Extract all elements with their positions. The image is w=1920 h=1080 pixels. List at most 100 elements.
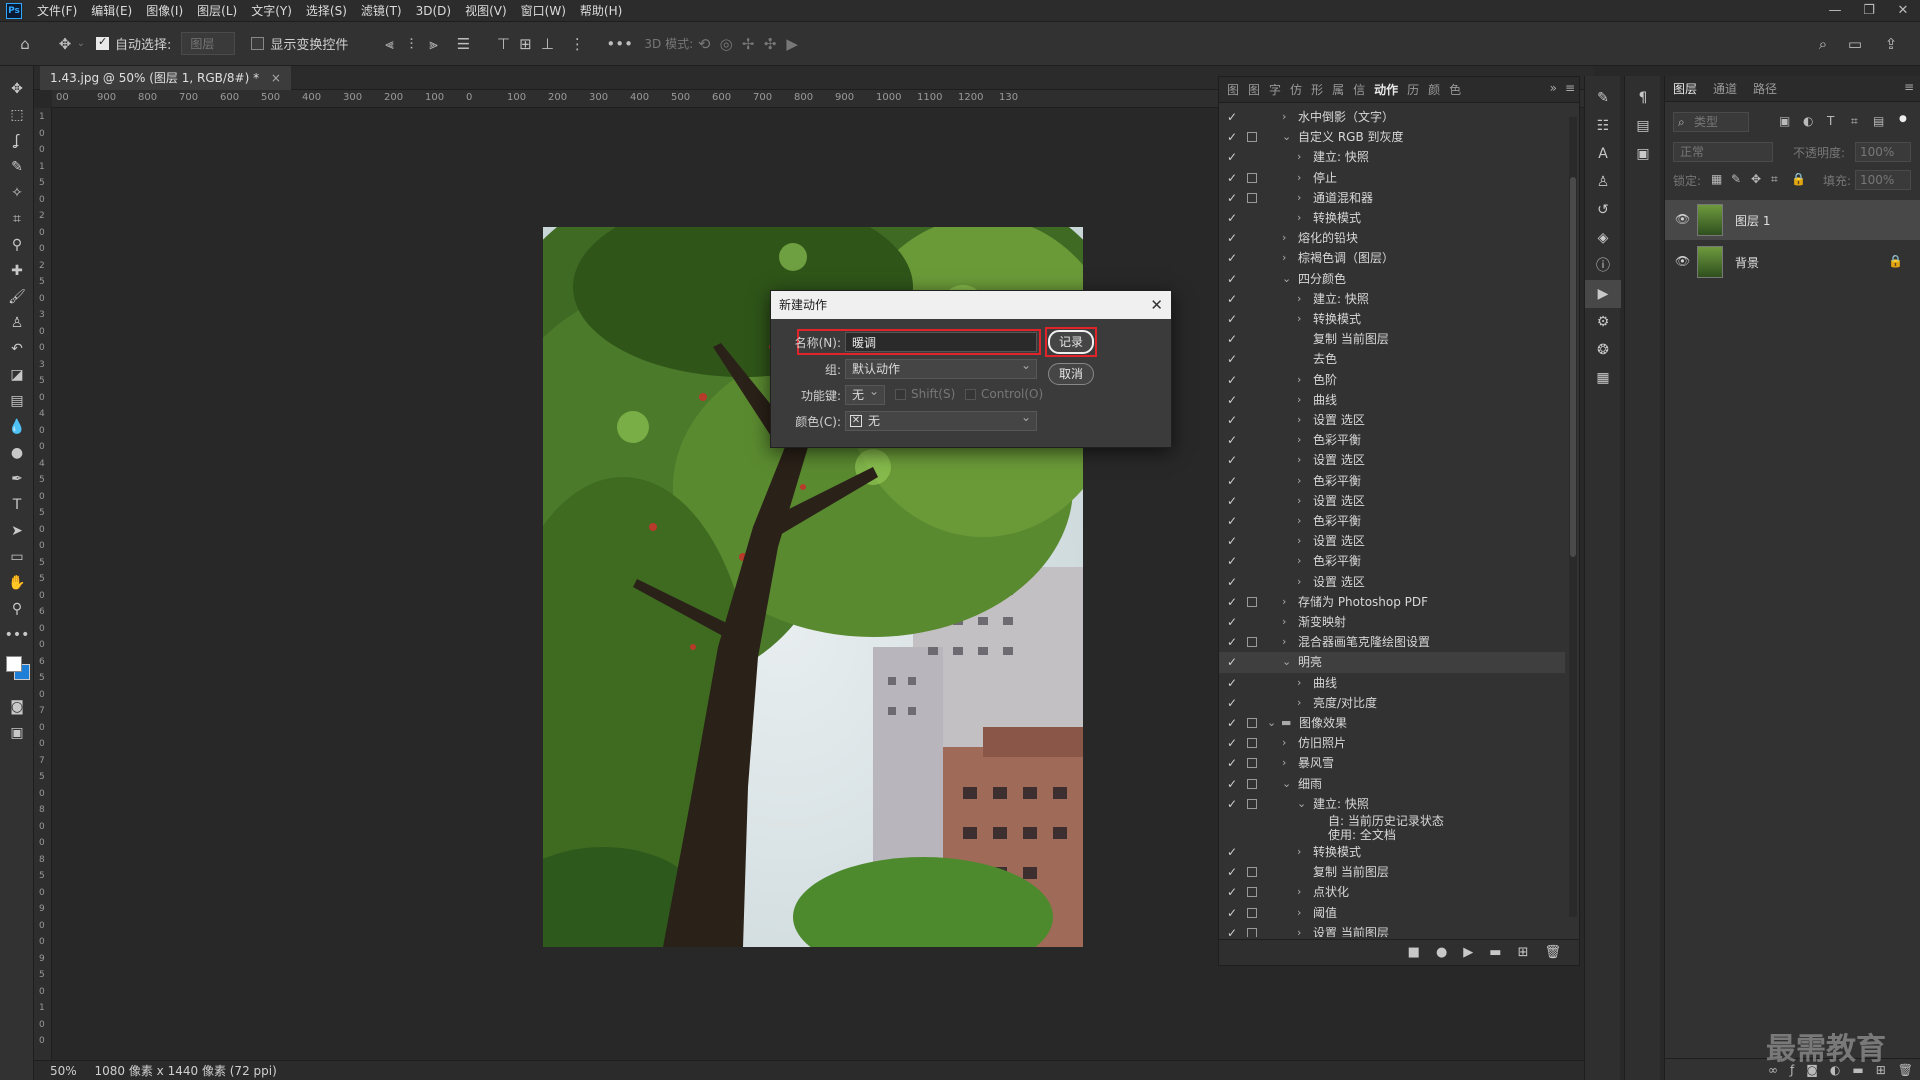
action-row[interactable]: ✓ › 通道混和器: [1219, 188, 1565, 208]
check-icon[interactable]: ✓: [1227, 903, 1237, 923]
record-button[interactable]: 记录: [1048, 330, 1094, 354]
chevron-right-icon[interactable]: ›: [1297, 450, 1301, 470]
chevron-right-icon[interactable]: ›: [1297, 147, 1301, 167]
type-filter-icon[interactable]: T: [1827, 114, 1834, 128]
more-options-icon[interactable]: •••: [606, 35, 633, 53]
action-row[interactable]: ✓ › 棕褐色调（图层）: [1219, 248, 1565, 268]
eyedropper-tool-icon[interactable]: ⚲: [0, 232, 34, 258]
chevron-down-icon[interactable]: ⌄: [1282, 127, 1291, 147]
action-row[interactable]: ✓ › 建立: 快照: [1219, 147, 1565, 167]
layer-row[interactable]: 👁 图层 1: [1665, 200, 1920, 240]
actions-scrollbar[interactable]: [1569, 117, 1577, 917]
share-icon[interactable]: ⇪: [1880, 35, 1902, 53]
action-row[interactable]: ✓ › 渐变映射: [1219, 612, 1565, 632]
chevron-right-icon[interactable]: ›: [1297, 531, 1301, 551]
panel-tab[interactable]: 色: [1449, 81, 1461, 98]
chevron-right-icon[interactable]: ›: [1282, 592, 1286, 612]
trash-icon[interactable]: 🗑: [1544, 945, 1561, 960]
check-icon[interactable]: ✓: [1227, 248, 1237, 268]
marquee-tool-icon[interactable]: ⬚: [0, 102, 34, 128]
check-icon[interactable]: ✓: [1227, 842, 1237, 862]
action-row[interactable]: ✓ › 设置 选区: [1219, 491, 1565, 511]
check-icon[interactable]: ✓: [1227, 794, 1237, 814]
shape-filter-icon[interactable]: ⌗: [1851, 114, 1858, 129]
zoom-level[interactable]: 50%: [50, 1064, 77, 1078]
lock-all-icon[interactable]: 🔒: [1791, 172, 1806, 186]
color-swatches[interactable]: [0, 648, 33, 694]
adjustment-filter-icon[interactable]: ◐: [1803, 114, 1813, 128]
check-icon[interactable]: ✓: [1227, 208, 1237, 228]
search-icon[interactable]: ⌕: [1812, 35, 1834, 53]
record-icon[interactable]: ●: [1436, 945, 1447, 960]
action-row[interactable]: ✓ › 存储为 Photoshop PDF: [1219, 592, 1565, 612]
check-icon[interactable]: ✓: [1227, 107, 1237, 127]
check-icon[interactable]: ✓: [1227, 923, 1237, 937]
dialog-toggle-icon[interactable]: [1247, 738, 1257, 749]
action-row[interactable]: ✓ › 设置 选区: [1219, 450, 1565, 470]
action-row[interactable]: ✓ › 转换模式: [1219, 842, 1565, 862]
lock-icon[interactable]: 🔒: [1888, 254, 1903, 268]
checkbox-unchecked-icon[interactable]: [251, 37, 265, 50]
action-row[interactable]: ✓ › 设置 选区: [1219, 531, 1565, 551]
check-icon[interactable]: ✓: [1227, 289, 1237, 309]
check-icon[interactable]: ✓: [1227, 309, 1237, 329]
check-icon[interactable]: ✓: [1227, 733, 1237, 753]
scrollbar-thumb[interactable]: [1570, 177, 1576, 557]
panel-menu-icon[interactable]: ≡: [1565, 81, 1575, 95]
layers-tab[interactable]: 通道: [1713, 80, 1737, 97]
check-icon[interactable]: ✓: [1227, 862, 1237, 882]
check-icon[interactable]: ✓: [1227, 774, 1237, 794]
check-icon[interactable]: ✓: [1227, 410, 1237, 430]
workspace-icon[interactable]: ▭: [1844, 35, 1866, 53]
panel-tab[interactable]: 图: [1227, 81, 1239, 98]
healing-tool-icon[interactable]: ✚: [0, 258, 34, 284]
panel-tab[interactable]: 字: [1269, 81, 1281, 98]
menu-item[interactable]: 文件(F): [30, 0, 84, 22]
check-icon[interactable]: ✓: [1227, 390, 1237, 410]
chevron-right-icon[interactable]: ›: [1297, 882, 1301, 902]
smart-object-filter-icon[interactable]: ▤: [1873, 114, 1884, 128]
action-row[interactable]: ✓ 去色: [1219, 349, 1565, 369]
zoom-tool-icon[interactable]: ⚲: [0, 596, 34, 622]
chevron-right-icon[interactable]: ›: [1282, 733, 1286, 753]
action-row[interactable]: ✓ › 转换模式: [1219, 309, 1565, 329]
3d-rotate-icon[interactable]: ⟲: [693, 35, 715, 53]
chevron-down-icon[interactable]: ⌄: [76, 38, 86, 49]
align-top-icon[interactable]: ⊤: [492, 35, 514, 53]
checkbox-checked-icon[interactable]: [96, 35, 109, 50]
action-row[interactable]: ✓ ⌄ 细雨: [1219, 774, 1565, 794]
action-name-input[interactable]: 暖调: [845, 332, 1037, 352]
check-icon[interactable]: ✓: [1227, 269, 1237, 289]
gradient-tool-icon[interactable]: ▤: [0, 388, 34, 414]
check-icon[interactable]: ✓: [1227, 673, 1237, 693]
3d-slide-icon[interactable]: ✣: [759, 35, 781, 53]
chevron-right-icon[interactable]: ›: [1297, 471, 1301, 491]
hand-tool-icon[interactable]: ✋: [0, 570, 34, 596]
chevron-right-icon[interactable]: ›: [1297, 430, 1301, 450]
dialog-toggle-icon[interactable]: [1247, 718, 1257, 728]
menu-item[interactable]: 帮助(H): [573, 0, 629, 22]
new-action-icon[interactable]: ⊞: [1518, 945, 1529, 960]
type-tool-icon[interactable]: T: [0, 492, 34, 518]
action-row[interactable]: ✓ 复制 当前图层: [1219, 329, 1565, 349]
panel-tab[interactable]: 动作: [1374, 81, 1398, 98]
close-window-icon[interactable]: ✕: [1886, 0, 1920, 22]
lock-transparency-icon[interactable]: ▦: [1711, 172, 1722, 186]
panel-tab[interactable]: 颜: [1428, 81, 1440, 98]
more-tools-icon[interactable]: •••: [0, 622, 34, 648]
action-row[interactable]: ✓ ⌄ 四分颜色: [1219, 269, 1565, 289]
chevron-right-icon[interactable]: ›: [1282, 228, 1286, 248]
lock-position-icon[interactable]: ✥: [1751, 172, 1761, 186]
menu-item[interactable]: 滤镜(T): [354, 0, 409, 22]
check-icon[interactable]: ✓: [1227, 612, 1237, 632]
menu-item[interactable]: 图像(I): [139, 0, 190, 22]
document-size-info[interactable]: 1080 像素 x 1440 像素 (72 ppi): [95, 1064, 277, 1078]
align-middle-icon[interactable]: ⊞: [514, 35, 536, 53]
history-brush-icon[interactable]: ↶: [0, 336, 34, 362]
brush-tool-icon[interactable]: 🖌: [0, 284, 34, 310]
chevron-down-icon[interactable]: ⌄: [1297, 794, 1306, 814]
group-dropdown[interactable]: 默认动作: [845, 356, 1037, 379]
shift-checkbox[interactable]: [895, 389, 906, 400]
rectangle-tool-icon[interactable]: ▭: [0, 544, 34, 570]
chevron-down-icon[interactable]: ⌄: [1282, 652, 1291, 672]
